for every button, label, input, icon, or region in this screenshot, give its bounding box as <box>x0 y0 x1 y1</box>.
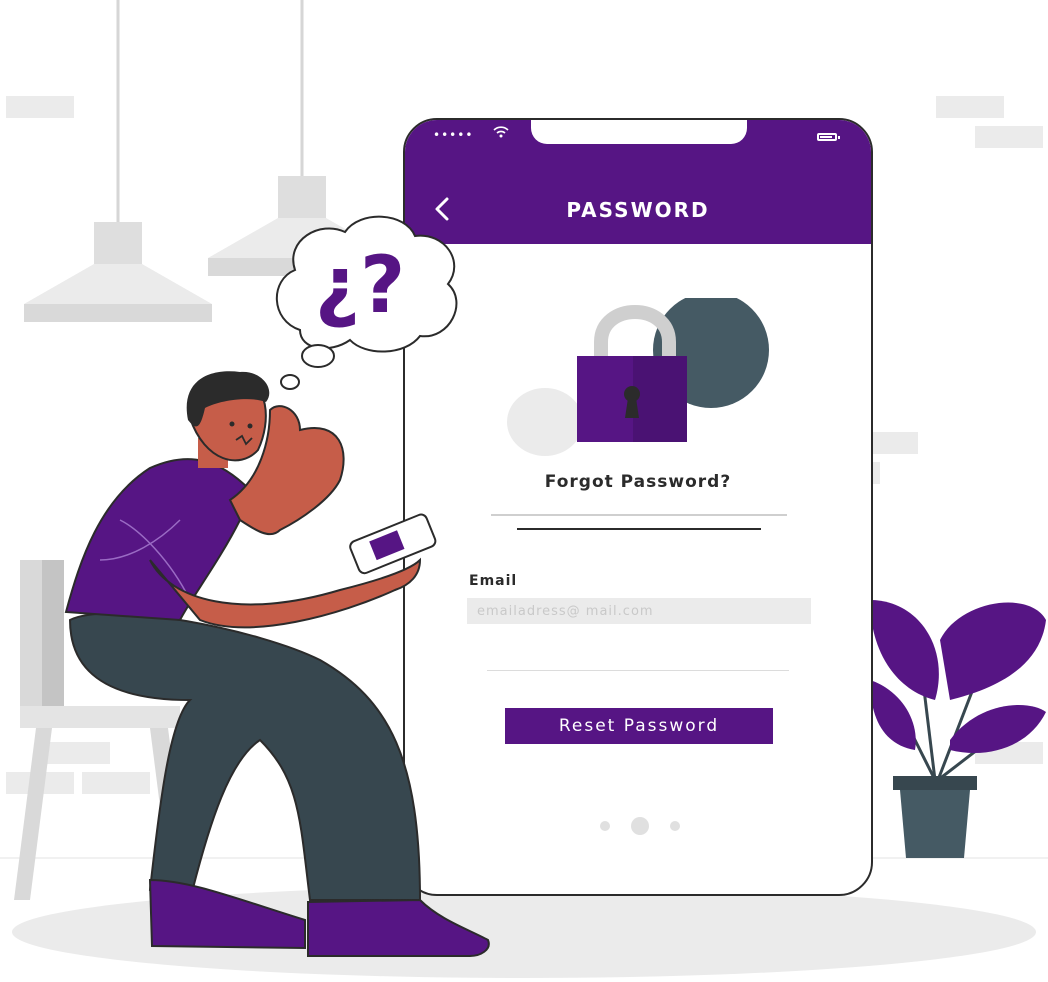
thought-bubble: ¿? <box>275 215 458 390</box>
illustration-scene: ••••• PASSWORD Forgot Password? Email em… <box>0 0 1048 982</box>
handheld-phone <box>349 513 437 575</box>
person-illustration <box>64 371 490 957</box>
foreground-svg: ¿? <box>64 215 490 957</box>
question-marks: ¿? <box>315 241 406 331</box>
